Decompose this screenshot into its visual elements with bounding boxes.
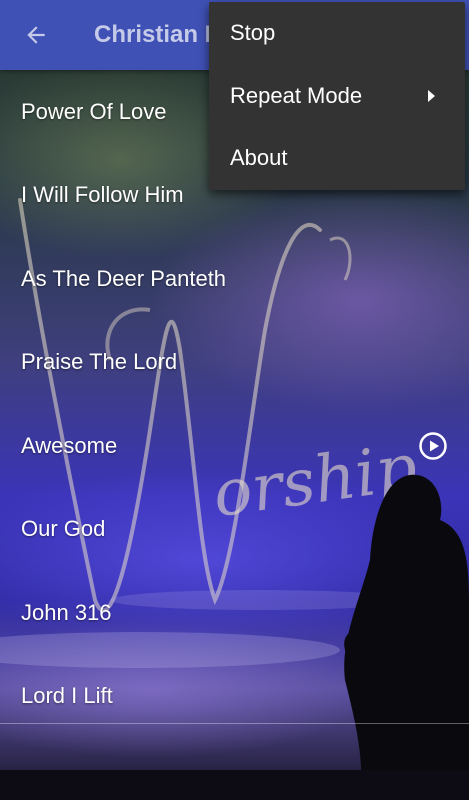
song-title: Praise The Lord — [21, 349, 178, 375]
back-button[interactable] — [14, 15, 58, 55]
song-title: Awesome — [21, 432, 118, 458]
song-title: I Will Follow Him — [21, 182, 184, 208]
menu-item-label: About — [230, 145, 288, 171]
song-title: Our God — [21, 516, 106, 542]
song-item-john-316[interactable]: John 316 — [0, 571, 469, 655]
list-divider — [0, 723, 469, 724]
song-title: Power Of Love — [21, 98, 167, 124]
overflow-menu: Stop Repeat Mode About — [209, 2, 465, 190]
menu-item-about[interactable]: About — [209, 127, 465, 190]
submenu-arrow-icon — [428, 89, 435, 102]
song-title: John 316 — [21, 599, 112, 625]
song-item-as-the-deer-panteth[interactable]: As The Deer Panteth — [0, 237, 469, 321]
song-item-lord-i-lift[interactable]: Lord I Lift — [0, 655, 469, 739]
arrow-left-icon — [27, 26, 45, 44]
song-title: As The Deer Panteth — [21, 265, 227, 291]
play-circle-icon[interactable] — [418, 431, 448, 461]
menu-item-label: Stop — [230, 20, 276, 46]
song-item-our-god[interactable]: Our God — [0, 488, 469, 572]
song-item-praise-the-lord[interactable]: Praise The Lord — [0, 321, 469, 405]
menu-item-repeat-mode[interactable]: Repeat Mode — [209, 65, 465, 128]
song-item-awesome[interactable]: Awesome — [0, 404, 469, 488]
menu-item-stop[interactable]: Stop — [209, 2, 465, 65]
app-title: Christian I — [94, 21, 212, 48]
menu-item-label: Repeat Mode — [230, 82, 363, 108]
song-title: Lord I Lift — [21, 683, 113, 709]
